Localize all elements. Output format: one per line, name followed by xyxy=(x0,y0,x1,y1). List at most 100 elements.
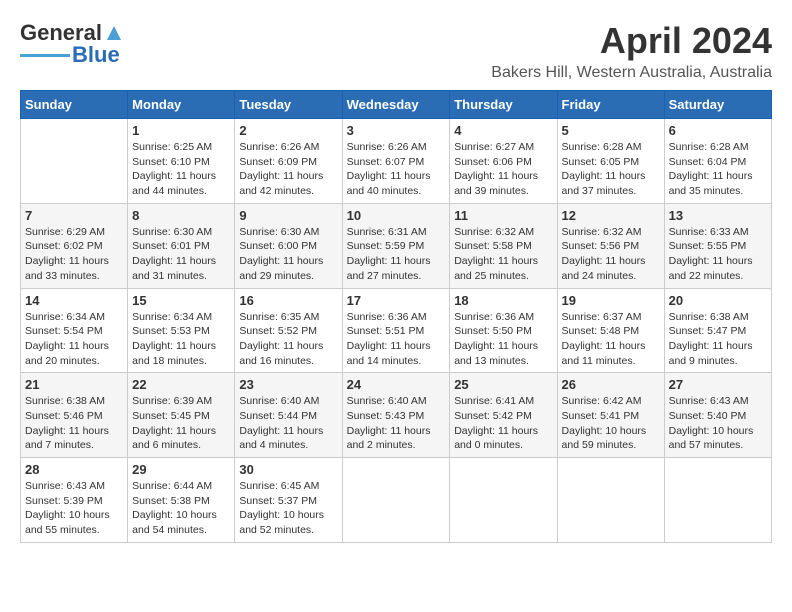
day-cell: 5 Sunrise: 6:28 AMSunset: 6:05 PMDaylight… xyxy=(557,119,664,204)
day-number: 18 xyxy=(454,293,552,308)
day-info: Sunrise: 6:43 AMSunset: 5:40 PMDaylight:… xyxy=(669,394,767,453)
day-cell: 10 Sunrise: 6:31 AMSunset: 5:59 PMDayligh… xyxy=(342,203,450,288)
day-info: Sunrise: 6:26 AMSunset: 6:09 PMDaylight:… xyxy=(239,140,337,199)
day-cell: 20 Sunrise: 6:38 AMSunset: 5:47 PMDayligh… xyxy=(664,288,771,373)
day-number: 10 xyxy=(347,208,446,223)
logo-blue: Blue xyxy=(72,42,120,68)
day-cell: 11 Sunrise: 6:32 AMSunset: 5:58 PMDayligh… xyxy=(450,203,557,288)
day-info: Sunrise: 6:38 AMSunset: 5:47 PMDaylight:… xyxy=(669,310,767,369)
logo-icon xyxy=(103,22,125,44)
day-info: Sunrise: 6:35 AMSunset: 5:52 PMDaylight:… xyxy=(239,310,337,369)
day-info: Sunrise: 6:41 AMSunset: 5:42 PMDaylight:… xyxy=(454,394,552,453)
day-info: Sunrise: 6:40 AMSunset: 5:44 PMDaylight:… xyxy=(239,394,337,453)
header-cell-monday: Monday xyxy=(128,91,235,119)
page-header: General Blue April 2024 Bakers Hill, Wes… xyxy=(20,20,772,82)
day-cell: 24 Sunrise: 6:40 AMSunset: 5:43 PMDayligh… xyxy=(342,373,450,458)
week-row-3: 14 Sunrise: 6:34 AMSunset: 5:54 PMDayligh… xyxy=(21,288,772,373)
day-cell: 23Sunrise: 6:40 AMSunset: 5:44 PMDayligh… xyxy=(235,373,342,458)
calendar-body: 1 Sunrise: 6:25 AMSunset: 6:10 PMDaylight… xyxy=(21,119,772,543)
day-number: 30 xyxy=(239,462,337,477)
header-cell-tuesday: Tuesday xyxy=(235,91,342,119)
day-info: Sunrise: 6:33 AMSunset: 5:55 PMDaylight:… xyxy=(669,225,767,284)
day-info: Sunrise: 6:27 AMSunset: 6:06 PMDaylight:… xyxy=(454,140,552,199)
header-cell-sunday: Sunday xyxy=(21,91,128,119)
day-info: Sunrise: 6:25 AMSunset: 6:10 PMDaylight:… xyxy=(132,140,230,199)
day-info: Sunrise: 6:42 AMSunset: 5:41 PMDaylight:… xyxy=(562,394,660,453)
calendar-table: SundayMondayTuesdayWednesdayThursdayFrid… xyxy=(20,90,772,543)
day-info: Sunrise: 6:28 AMSunset: 6:04 PMDaylight:… xyxy=(669,140,767,199)
day-info: Sunrise: 6:34 AMSunset: 5:53 PMDaylight:… xyxy=(132,310,230,369)
day-cell: 7 Sunrise: 6:29 AMSunset: 6:02 PMDaylight… xyxy=(21,203,128,288)
day-cell: 28 Sunrise: 6:43 AMSunset: 5:39 PMDayligh… xyxy=(21,458,128,543)
day-cell: 4 Sunrise: 6:27 AMSunset: 6:06 PMDaylight… xyxy=(450,119,557,204)
day-number: 5 xyxy=(562,123,660,138)
week-row-5: 28 Sunrise: 6:43 AMSunset: 5:39 PMDayligh… xyxy=(21,458,772,543)
day-number: 27 xyxy=(669,377,767,392)
day-info: Sunrise: 6:30 AMSunset: 6:00 PMDaylight:… xyxy=(239,225,337,284)
day-info: Sunrise: 6:44 AMSunset: 5:38 PMDaylight:… xyxy=(132,479,230,538)
day-number: 24 xyxy=(347,377,446,392)
day-info: Sunrise: 6:40 AMSunset: 5:43 PMDaylight:… xyxy=(347,394,446,453)
day-number: 20 xyxy=(669,293,767,308)
day-number: 25 xyxy=(454,377,552,392)
header-cell-wednesday: Wednesday xyxy=(342,91,450,119)
day-info: Sunrise: 6:39 AMSunset: 5:45 PMDaylight:… xyxy=(132,394,230,453)
day-number: 26 xyxy=(562,377,660,392)
day-number: 15 xyxy=(132,293,230,308)
header-cell-thursday: Thursday xyxy=(450,91,557,119)
day-cell: 8 Sunrise: 6:30 AMSunset: 6:01 PMDaylight… xyxy=(128,203,235,288)
day-cell: 14 Sunrise: 6:34 AMSunset: 5:54 PMDayligh… xyxy=(21,288,128,373)
day-cell: 13 Sunrise: 6:33 AMSunset: 5:55 PMDayligh… xyxy=(664,203,771,288)
day-info: Sunrise: 6:28 AMSunset: 6:05 PMDaylight:… xyxy=(562,140,660,199)
day-cell: 15 Sunrise: 6:34 AMSunset: 5:53 PMDayligh… xyxy=(128,288,235,373)
day-number: 14 xyxy=(25,293,123,308)
day-cell: 16 Sunrise: 6:35 AMSunset: 5:52 PMDayligh… xyxy=(235,288,342,373)
day-number: 21 xyxy=(25,377,123,392)
subtitle: Bakers Hill, Western Australia, Australi… xyxy=(491,64,772,82)
day-cell: 22 Sunrise: 6:39 AMSunset: 5:45 PMDayligh… xyxy=(128,373,235,458)
day-info: Sunrise: 6:31 AMSunset: 5:59 PMDaylight:… xyxy=(347,225,446,284)
day-cell: 1 Sunrise: 6:25 AMSunset: 6:10 PMDaylight… xyxy=(128,119,235,204)
day-cell: 6 Sunrise: 6:28 AMSunset: 6:04 PMDaylight… xyxy=(664,119,771,204)
day-number: 13 xyxy=(669,208,767,223)
week-row-4: 21Sunrise: 6:38 AMSunset: 5:46 PMDayligh… xyxy=(21,373,772,458)
day-cell: 18 Sunrise: 6:36 AMSunset: 5:50 PMDayligh… xyxy=(450,288,557,373)
day-number: 16 xyxy=(239,293,337,308)
day-number: 28 xyxy=(25,462,123,477)
logo: General Blue xyxy=(20,20,125,68)
day-info: Sunrise: 6:36 AMSunset: 5:50 PMDaylight:… xyxy=(454,310,552,369)
header-row: SundayMondayTuesdayWednesdayThursdayFrid… xyxy=(21,91,772,119)
day-cell: 26 Sunrise: 6:42 AMSunset: 5:41 PMDayligh… xyxy=(557,373,664,458)
day-cell: 27 Sunrise: 6:43 AMSunset: 5:40 PMDayligh… xyxy=(664,373,771,458)
day-cell: 25 Sunrise: 6:41 AMSunset: 5:42 PMDayligh… xyxy=(450,373,557,458)
day-number: 1 xyxy=(132,123,230,138)
day-number: 6 xyxy=(669,123,767,138)
day-number: 4 xyxy=(454,123,552,138)
day-cell xyxy=(664,458,771,543)
day-number: 22 xyxy=(132,377,230,392)
day-info: Sunrise: 6:32 AMSunset: 5:58 PMDaylight:… xyxy=(454,225,552,284)
day-cell: 29 Sunrise: 6:44 AMSunset: 5:38 PMDayligh… xyxy=(128,458,235,543)
day-cell xyxy=(450,458,557,543)
day-info: Sunrise: 6:29 AMSunset: 6:02 PMDaylight:… xyxy=(25,225,123,284)
day-cell: 19Sunrise: 6:37 AMSunset: 5:48 PMDayligh… xyxy=(557,288,664,373)
day-cell: 9 Sunrise: 6:30 AMSunset: 6:00 PMDaylight… xyxy=(235,203,342,288)
day-cell: 21Sunrise: 6:38 AMSunset: 5:46 PMDayligh… xyxy=(21,373,128,458)
main-title: April 2024 xyxy=(491,20,772,62)
day-cell: 3Sunrise: 6:26 AMSunset: 6:07 PMDaylight… xyxy=(342,119,450,204)
week-row-2: 7 Sunrise: 6:29 AMSunset: 6:02 PMDaylight… xyxy=(21,203,772,288)
day-cell: 17Sunrise: 6:36 AMSunset: 5:51 PMDayligh… xyxy=(342,288,450,373)
day-cell xyxy=(557,458,664,543)
day-cell: 12Sunrise: 6:32 AMSunset: 5:56 PMDayligh… xyxy=(557,203,664,288)
day-number: 29 xyxy=(132,462,230,477)
day-info: Sunrise: 6:30 AMSunset: 6:01 PMDaylight:… xyxy=(132,225,230,284)
day-number: 2 xyxy=(239,123,337,138)
day-info: Sunrise: 6:34 AMSunset: 5:54 PMDaylight:… xyxy=(25,310,123,369)
day-number: 11 xyxy=(454,208,552,223)
day-number: 7 xyxy=(25,208,123,223)
day-number: 9 xyxy=(239,208,337,223)
day-info: Sunrise: 6:43 AMSunset: 5:39 PMDaylight:… xyxy=(25,479,123,538)
day-number: 8 xyxy=(132,208,230,223)
day-info: Sunrise: 6:26 AMSunset: 6:07 PMDaylight:… xyxy=(347,140,446,199)
day-info: Sunrise: 6:32 AMSunset: 5:56 PMDaylight:… xyxy=(562,225,660,284)
